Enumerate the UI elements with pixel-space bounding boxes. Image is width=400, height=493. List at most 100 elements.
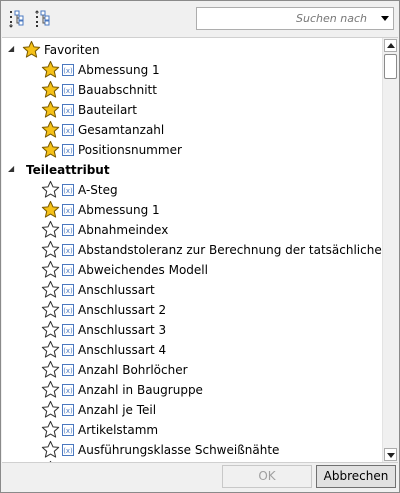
tree-item[interactable]: (x) Bauteilart [2, 100, 383, 120]
star-outline-icon[interactable] [41, 400, 60, 419]
star-outline-icon[interactable] [41, 280, 60, 299]
svg-text:(x): (x) [63, 107, 73, 115]
chevron-down-icon[interactable] [381, 16, 389, 21]
tree-item-label: Anzahl Bohrlöcher [78, 363, 188, 377]
star-outline-icon[interactable] [41, 260, 60, 279]
attribute-icon: (x) [62, 244, 74, 256]
svg-text:(x): (x) [63, 227, 73, 235]
star-outline-icon[interactable] [41, 240, 60, 259]
star-outline-icon[interactable] [41, 180, 60, 199]
favorite-star-icon[interactable] [41, 100, 60, 119]
tree-item[interactable]: (x) Anschlussart 3 [2, 320, 383, 340]
attribute-icon: (x) [62, 344, 74, 356]
star-outline-icon[interactable] [41, 360, 60, 379]
tree-item[interactable]: (x) Anzahl Bohrlöcher [2, 360, 383, 380]
tree-item[interactable]: (x) Bauabschnitt [2, 80, 383, 100]
svg-text:(x): (x) [63, 127, 73, 135]
expand-all-icon[interactable] [9, 10, 27, 28]
tree-group-favorites[interactable]: ◢ Favoriten [2, 40, 383, 60]
attribute-icon: (x) [62, 104, 74, 116]
attribute-icon: (x) [62, 204, 74, 216]
attribute-icon: (x) [62, 84, 74, 96]
collapse-icon[interactable]: ◢ [8, 165, 16, 173]
tree-item-label: Artikelstamm [78, 423, 159, 437]
tree-item[interactable]: (x) Anschlussart 4 [2, 340, 383, 360]
scrollbar-thumb[interactable] [384, 54, 397, 79]
star-outline-icon[interactable] [41, 320, 60, 339]
tree-item-label: Gesamtanzahl [78, 123, 165, 137]
tree-item[interactable]: (x) Anzahl je Teil [2, 400, 383, 420]
attribute-icon: (x) [62, 384, 74, 396]
tree-item[interactable]: (x) Anschlussart 2 [2, 300, 383, 320]
tree-item-label: Abmessung 1 [78, 203, 160, 217]
tree-item[interactable]: (x) Ausführungsklasse Schweißnähte [2, 440, 383, 460]
tree-group-teileattribut[interactable]: ◢ Teileattribut [2, 160, 383, 180]
favorite-star-icon[interactable] [41, 60, 60, 79]
tree-item[interactable]: (x) Positionsnummer [2, 140, 383, 160]
toolbar [1, 1, 399, 37]
tree-item-label: Anschlussart [78, 283, 155, 297]
tree-item-label: Abnahmeindex [78, 223, 169, 237]
attribute-icon: (x) [62, 144, 74, 156]
group-label: Teileattribut [26, 163, 110, 177]
tree-item-label: Bauabschnitt [78, 83, 157, 97]
tree-item-label: Anzahl in Baugruppe [78, 383, 203, 397]
favorite-star-icon[interactable] [41, 200, 60, 219]
svg-text:(x): (x) [63, 347, 73, 355]
star-outline-icon[interactable] [41, 380, 60, 399]
scroll-down-button[interactable] [384, 448, 397, 461]
dialog-footer: OK Abbrechen [1, 462, 399, 492]
svg-text:(x): (x) [63, 447, 73, 455]
tree-item-label: Abstandstoleranz zur Berechnung der tats… [78, 243, 398, 257]
tree-item-label: Positionsnummer [78, 143, 182, 157]
star-outline-icon[interactable] [41, 300, 60, 319]
attribute-icon: (x) [62, 224, 74, 236]
svg-text:(x): (x) [63, 187, 73, 195]
attribute-icon: (x) [62, 304, 74, 316]
search-combobox[interactable] [196, 7, 394, 30]
svg-text:(x): (x) [63, 407, 73, 415]
tree-item[interactable]: (x) Abnahmeindex [2, 220, 383, 240]
tree-item-label: Abmessung 1 [78, 63, 160, 77]
star-outline-icon[interactable] [41, 440, 60, 459]
tree-item[interactable]: (x) Anzahl in Baugruppe [2, 380, 383, 400]
scroll-up-button[interactable] [384, 39, 397, 52]
tree-item[interactable]: (x) Abstandstoleranz zur Berechnung der t… [2, 240, 398, 260]
tree-item[interactable]: (x) Abmessung 1 [2, 200, 383, 220]
tree-item[interactable]: (x) A-Steg [2, 180, 383, 200]
search-input[interactable] [199, 10, 371, 27]
attribute-icon: (x) [62, 424, 74, 436]
tree-item-label: Anzahl je Teil [78, 403, 157, 417]
collapse-all-icon[interactable] [35, 10, 53, 28]
attribute-icon: (x) [62, 184, 74, 196]
star-outline-icon[interactable] [41, 220, 60, 239]
star-outline-icon[interactable] [41, 340, 60, 359]
favorite-star-icon[interactable] [41, 120, 60, 139]
svg-text:(x): (x) [63, 247, 73, 255]
svg-text:(x): (x) [63, 287, 73, 295]
star-outline-icon[interactable] [41, 420, 60, 439]
cancel-button[interactable]: Abbrechen [316, 465, 396, 488]
group-label: Favoriten [44, 43, 100, 57]
attribute-tree: ◢ Favoriten (x) Abmessung 1 (x) Bauabschnitt(… [2, 37, 398, 463]
collapse-icon[interactable]: ◢ [8, 45, 16, 53]
tree-item[interactable]: (x) Abweichendes Modell [2, 260, 383, 280]
tree-item[interactable]: (x) Anschlussart [2, 280, 383, 300]
tree-item[interactable]: (x) Abmessung 1 [2, 60, 383, 80]
tree-item-label: Anschlussart 3 [78, 323, 167, 337]
tree-item-label: A-Steg [78, 183, 118, 197]
attribute-icon: (x) [62, 444, 74, 456]
attribute-picker-dialog: ◢Favoriten(x)Abmessung 1(x)Bauabschnitt(… [0, 0, 400, 493]
svg-text:(x): (x) [63, 67, 73, 75]
attribute-icon: (x) [62, 284, 74, 296]
favorite-star-icon[interactable] [41, 140, 60, 159]
ok-button[interactable]: OK [222, 465, 312, 488]
vertical-scrollbar[interactable] [382, 38, 398, 462]
tree-item[interactable]: (x) Gesamtanzahl [2, 120, 383, 140]
favorite-star-icon[interactable] [41, 80, 60, 99]
tree-item[interactable]: (x) Artikelstamm [2, 420, 383, 440]
svg-text:(x): (x) [63, 207, 73, 215]
svg-text:(x): (x) [63, 327, 73, 335]
svg-text:(x): (x) [63, 427, 73, 435]
attribute-icon: (x) [62, 124, 74, 136]
